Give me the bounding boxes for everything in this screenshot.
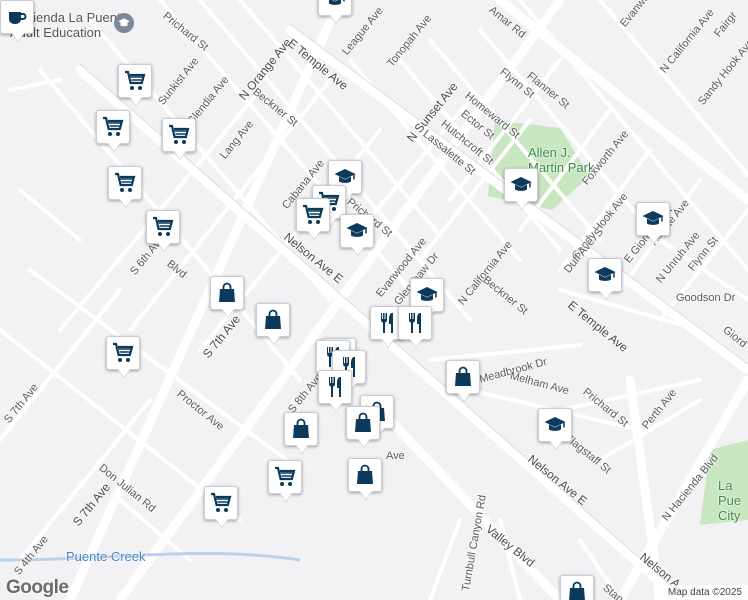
school-marker[interactable] — [504, 168, 538, 202]
shopping-cart-marker[interactable] — [162, 118, 196, 152]
shopping-cart-icon — [169, 124, 190, 144]
shopping-cart-marker[interactable] — [108, 166, 142, 200]
school-icon — [594, 267, 616, 281]
shopping-cart-icon — [275, 466, 296, 486]
shopping-cart-icon — [115, 172, 136, 192]
restaurant-icon — [409, 313, 421, 333]
shopping-cart-icon — [113, 342, 134, 362]
school-icon — [346, 223, 368, 237]
shopping-cart-marker[interactable] — [204, 486, 238, 520]
school-icon — [329, 0, 345, 5]
school-marker[interactable] — [636, 202, 670, 236]
shopping-bag-marker[interactable] — [560, 575, 594, 600]
water-puente-creek-label: Puente Creek — [66, 549, 146, 564]
school-marker[interactable] — [318, 0, 352, 16]
shopping-bag-marker[interactable] — [256, 303, 290, 337]
restaurant-icon — [329, 377, 341, 397]
google-logo: Google — [6, 577, 69, 598]
shopping-cart-marker[interactable] — [146, 210, 180, 244]
street-network — [0, 0, 748, 600]
street-label: Ave — [386, 450, 405, 462]
park-label-line: La Pue — [718, 478, 742, 508]
school-marker[interactable] — [340, 214, 374, 248]
shopping-bag-marker[interactable] — [346, 406, 380, 440]
shopping-bag-icon — [357, 464, 373, 484]
restaurant-icon — [381, 313, 393, 333]
restaurant-marker[interactable] — [398, 306, 432, 340]
shopping-cart-icon — [153, 216, 174, 236]
shopping-cart-marker[interactable] — [296, 198, 330, 232]
school-marker[interactable] — [588, 258, 622, 292]
coffee-icon — [9, 12, 27, 24]
shopping-bag-icon — [355, 412, 371, 432]
school-icon — [416, 287, 438, 301]
shopping-bag-icon — [455, 366, 471, 386]
shopping-cart-icon — [211, 492, 232, 512]
map-attribution[interactable]: Map data ©2025 — [661, 585, 748, 600]
shopping-cart-marker[interactable] — [106, 336, 140, 370]
shopping-cart-icon — [303, 204, 324, 224]
shopping-bag-icon — [265, 309, 281, 329]
park-lapuente-label[interactable]: La Pue City — [718, 478, 748, 523]
restaurant-marker[interactable] — [318, 370, 352, 404]
shopping-cart-marker[interactable] — [96, 110, 130, 144]
school-poi-icon[interactable] — [114, 13, 134, 33]
shopping-bag-marker[interactable] — [348, 458, 382, 492]
school-icon — [510, 177, 532, 191]
shopping-bag-icon — [569, 581, 585, 600]
shopping-cart-icon — [125, 70, 146, 90]
shopping-cart-marker[interactable] — [268, 460, 302, 494]
shopping-bag-icon — [293, 418, 309, 438]
school-marker[interactable] — [538, 408, 572, 442]
shopping-cart-icon — [103, 116, 124, 136]
map-canvas[interactable]: Hacienda La Puente Adult Education Allen… — [0, 0, 748, 600]
street-label: Goodson Dr — [676, 292, 736, 304]
park-label-line: Allen J. — [528, 145, 571, 160]
shopping-cart-marker[interactable] — [118, 64, 152, 98]
shopping-bag-marker[interactable] — [446, 360, 480, 394]
shopping-bag-icon — [219, 282, 235, 302]
coffee-marker[interactable] — [0, 0, 34, 34]
park-label-line: City — [718, 508, 741, 523]
shopping-bag-marker[interactable] — [210, 276, 244, 310]
shopping-bag-marker[interactable] — [284, 412, 318, 446]
school-icon — [642, 211, 664, 225]
school-icon — [544, 417, 566, 431]
